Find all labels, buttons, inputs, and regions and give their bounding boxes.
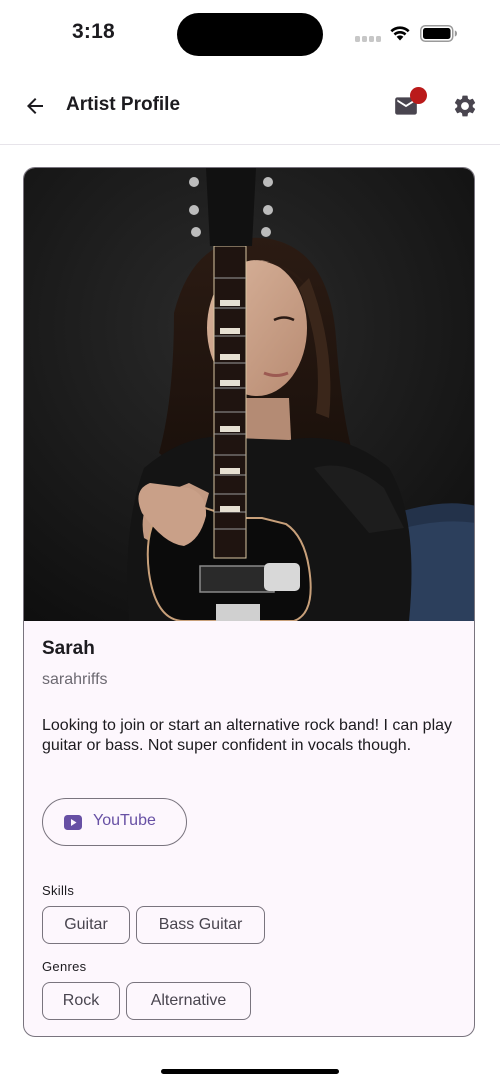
artist-name: Sarah — [42, 638, 95, 659]
gear-icon — [454, 95, 476, 117]
youtube-icon — [64, 815, 82, 830]
artist-bio: Looking to join or start an alternative … — [42, 717, 453, 754]
arrow-back-icon — [27, 98, 43, 114]
profile-photo — [24, 168, 474, 621]
wifi-icon — [390, 26, 410, 41]
settings-button[interactable] — [447, 88, 483, 124]
status-time: 3:18 — [72, 20, 115, 43]
skill-chip[interactable]: Bass Guitar — [136, 906, 265, 944]
battery-icon — [420, 25, 457, 42]
app-bar: Artist Profile — [0, 70, 500, 145]
artist-handle: sarahriffs — [42, 671, 108, 688]
youtube-link-label: YouTube — [93, 812, 156, 829]
messages-button[interactable] — [388, 87, 427, 124]
dynamic-island — [177, 13, 323, 56]
notification-badge — [410, 87, 427, 104]
genres-label: Genres — [42, 959, 87, 974]
profile-card: Sarah sarahriffs Looking to join or star… — [23, 167, 475, 1037]
back-button[interactable] — [17, 88, 53, 124]
home-indicator[interactable] — [161, 1069, 339, 1074]
status-bar: 3:18 — [0, 0, 500, 70]
genre-chip[interactable]: Alternative — [126, 982, 251, 1020]
page-title: Artist Profile — [66, 94, 181, 115]
skill-chip[interactable]: Guitar — [42, 906, 130, 944]
signal-icon — [355, 36, 381, 42]
skills-label: Skills — [42, 883, 75, 898]
genre-chip[interactable]: Rock — [42, 982, 120, 1020]
youtube-link-button[interactable]: YouTube — [42, 798, 187, 846]
